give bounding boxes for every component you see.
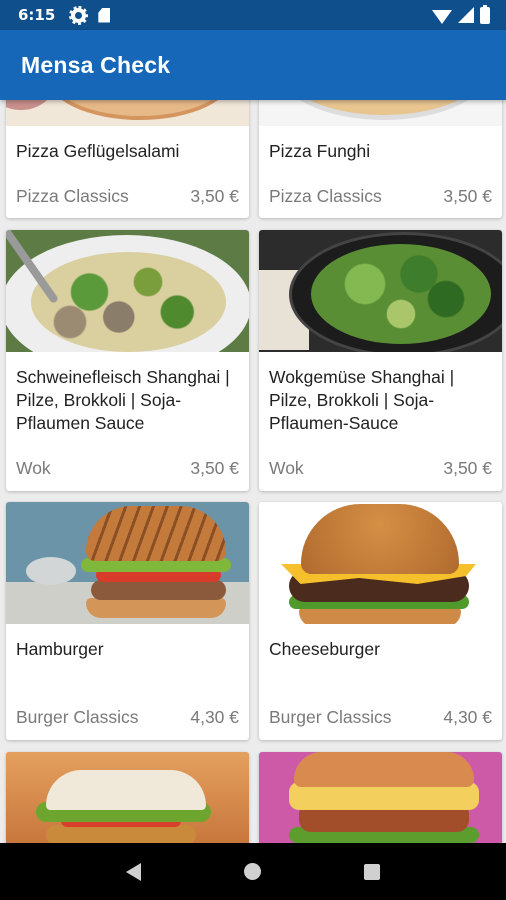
menu-item-name: Pizza Geflügelsalami bbox=[16, 141, 180, 161]
menu-item-name: Cheeseburger bbox=[269, 639, 380, 659]
menu-item-footer: Pizza Classics 3,50 € bbox=[16, 186, 239, 207]
pizza-image bbox=[6, 100, 249, 126]
menu-item-category: Burger Classics bbox=[16, 707, 139, 727]
navigation-bar bbox=[0, 843, 506, 900]
wifi-icon bbox=[432, 10, 452, 24]
menu-item-price: 4,30 € bbox=[190, 707, 239, 727]
battery-icon bbox=[480, 4, 490, 24]
menu-item-category: Burger Classics bbox=[269, 707, 392, 727]
status-icons-right bbox=[432, 4, 490, 24]
wok-image bbox=[6, 230, 249, 352]
sdcard-icon bbox=[98, 7, 111, 23]
pizza-image bbox=[259, 100, 502, 126]
patty-shape bbox=[91, 580, 226, 600]
menu-item-name: Schweinefleisch Shanghai | Pilze, Brokko… bbox=[16, 367, 230, 433]
home-icon[interactable] bbox=[243, 863, 261, 880]
app-title: Mensa Check bbox=[21, 51, 171, 78]
bun-top-shape bbox=[46, 770, 206, 810]
menu-item-price: 3,50 € bbox=[443, 186, 492, 206]
menu-card-hamburger[interactable]: Hamburger Burger Classics 4,30 € bbox=[6, 502, 249, 740]
menu-item-name: Pizza Funghi bbox=[269, 141, 371, 161]
menu-grid[interactable]: Pizza Geflügelsalami Pizza Classics 3,50… bbox=[0, 100, 506, 843]
menu-item-category: Wok bbox=[269, 458, 304, 478]
recents-icon[interactable] bbox=[363, 863, 380, 880]
menu-item-category: Wok bbox=[16, 458, 51, 478]
bun-top-shape bbox=[86, 506, 226, 561]
menu-item-footer: Wok 3,50 € bbox=[269, 458, 492, 479]
menu-item-name: Hamburger bbox=[16, 639, 104, 659]
status-bar: 6:15 bbox=[0, 0, 506, 30]
menu-card-burger-4[interactable] bbox=[259, 752, 502, 843]
food-shape bbox=[311, 244, 491, 344]
bun-top-shape bbox=[301, 504, 459, 574]
menu-item-footer: Pizza Classics 3,50 € bbox=[269, 186, 492, 207]
bun-bottom-shape bbox=[86, 598, 226, 618]
menu-card-pizza-gefluegelsalami[interactable]: Pizza Geflügelsalami Pizza Classics 3,50… bbox=[6, 100, 249, 218]
app-bar: Mensa Check bbox=[0, 30, 506, 100]
menu-card-schweinefleisch-shanghai[interactable]: Schweinefleisch Shanghai | Pilze, Brokko… bbox=[6, 230, 249, 491]
signal-icon bbox=[458, 7, 474, 23]
menu-item-price: 3,50 € bbox=[190, 186, 239, 206]
status-time: 6:15 bbox=[18, 6, 56, 24]
gear-icon bbox=[69, 5, 89, 25]
wok-image bbox=[259, 230, 502, 352]
menu-card-burger-3[interactable] bbox=[6, 752, 249, 843]
menu-item-footer: Wok 3,50 € bbox=[16, 458, 239, 479]
burger-image bbox=[259, 752, 502, 843]
menu-item-category: Pizza Classics bbox=[269, 186, 382, 206]
sauce-shape bbox=[26, 557, 76, 585]
menu-item-price: 4,30 € bbox=[443, 707, 492, 727]
back-icon[interactable] bbox=[126, 862, 142, 881]
food-shape bbox=[31, 252, 226, 352]
menu-card-cheeseburger[interactable]: Cheeseburger Burger Classics 4,30 € bbox=[259, 502, 502, 740]
bun-top-shape bbox=[294, 752, 474, 787]
patty-shape bbox=[46, 825, 196, 843]
burger-image bbox=[259, 502, 502, 624]
burger-image bbox=[6, 502, 249, 624]
burger-image bbox=[6, 752, 249, 843]
menu-item-price: 3,50 € bbox=[443, 458, 492, 478]
menu-item-footer: Burger Classics 4,30 € bbox=[269, 707, 492, 728]
menu-item-name: Wokgemüse Shanghai | Pilze, Brokkoli | S… bbox=[269, 367, 455, 433]
menu-card-wokgemuese-shanghai[interactable]: Wokgemüse Shanghai | Pilze, Brokkoli | S… bbox=[259, 230, 502, 491]
menu-card-pizza-funghi[interactable]: Pizza Funghi Pizza Classics 3,50 € bbox=[259, 100, 502, 218]
menu-item-category: Pizza Classics bbox=[16, 186, 129, 206]
bun-bottom-shape bbox=[299, 607, 461, 624]
menu-item-footer: Burger Classics 4,30 € bbox=[16, 707, 239, 728]
status-icons-left bbox=[69, 5, 111, 25]
menu-item-price: 3,50 € bbox=[190, 458, 239, 478]
